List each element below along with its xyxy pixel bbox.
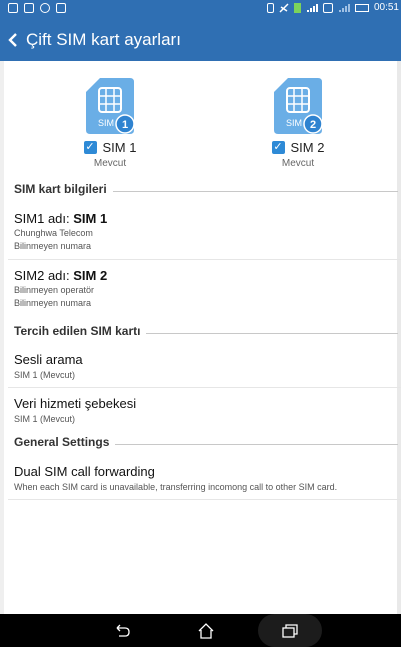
- sim2-operator: Bilinmeyen operatör: [14, 285, 95, 295]
- nav-recents-button[interactable]: [258, 614, 322, 647]
- data-network-title: Veri hizmeti şebekesi: [14, 396, 137, 411]
- section-sim-info: SIM kart bilgileri: [14, 182, 398, 196]
- sim1-number: Bilinmeyen numara: [14, 241, 92, 251]
- signal-icon: [306, 3, 318, 12]
- nav-home-button[interactable]: [176, 614, 236, 647]
- sim1-name-item[interactable]: SIM1 adı: SIM 1 Chunghwa Telecom Bilinme…: [0, 202, 401, 258]
- system-icons: 00:51: [266, 2, 399, 13]
- sim1-status: Mevcut: [93, 158, 127, 169]
- app-bar: Çift SIM kart ayarları: [0, 19, 401, 61]
- photo-icon: [56, 3, 66, 13]
- voice-call-sub: SIM 1 (Mevcut): [14, 370, 76, 380]
- sim2-icon: [322, 2, 333, 13]
- sim1-name-prefix: SIM1 adı:: [14, 211, 74, 226]
- section-preferred-sim: Tercih edilen SIM kartı: [14, 324, 398, 338]
- page-title: Çift SIM kart ayarları: [26, 30, 181, 49]
- item-divider: [8, 499, 401, 500]
- checkbox-icon[interactable]: ✓: [83, 141, 97, 154]
- item-divider: [8, 387, 401, 388]
- sim-card-icon: SIM 2: [274, 78, 323, 134]
- nav-back-button[interactable]: [92, 614, 152, 647]
- sim2-card-text: SIM: [286, 118, 302, 128]
- call-forwarding-sub: When each SIM card is unavailable, trans…: [14, 482, 338, 492]
- signal2-icon: [338, 3, 350, 12]
- navigation-bar: [0, 614, 401, 647]
- voice-call-title: Sesli arama: [14, 352, 83, 367]
- data-network-sub: SIM 1 (Mevcut): [14, 414, 76, 424]
- sim2-block[interactable]: SIM 2 ✓ SIM 2 Mevcut: [233, 78, 363, 169]
- home-nav-icon: [198, 622, 214, 639]
- sim1-card-icon: SIM 1: [86, 78, 135, 134]
- sim2-checkbox-row[interactable]: ✓ SIM 2: [233, 140, 363, 155]
- call-forwarding-item[interactable]: Dual SIM call forwarding When each SIM c…: [0, 458, 401, 498]
- mail-icon: [24, 3, 34, 13]
- chat-icon: [40, 3, 50, 13]
- section-sim-info-title: SIM kart bilgileri: [14, 182, 107, 196]
- sim2-name-item[interactable]: SIM2 adı: SIM 2 Bilinmeyen operatör Bili…: [0, 260, 401, 320]
- back-arrow-icon: [8, 33, 17, 47]
- sim1-operator: Chunghwa Telecom: [14, 228, 93, 238]
- sim1-card-text: SIM: [98, 118, 114, 128]
- back-nav-icon: [116, 624, 130, 637]
- battery-icon: [354, 3, 369, 12]
- sim2-name-line: SIM2 adı: SIM 2: [14, 268, 107, 283]
- sim-card-icon: SIM 1: [86, 78, 135, 134]
- sim2-status: Mevcut: [281, 158, 315, 169]
- sim2-label: SIM 2: [290, 140, 325, 155]
- sim1-block[interactable]: SIM 1 ✓ SIM 1 Mevcut: [45, 78, 175, 169]
- sim2-name-prefix: SIM2 adı:: [14, 268, 74, 283]
- status-bar: 00:51: [0, 0, 401, 19]
- sim1-label: SIM 1: [102, 140, 137, 155]
- section-divider: [146, 332, 398, 334]
- notification-icons: [8, 3, 66, 13]
- sim1-badge: 1: [122, 119, 128, 131]
- section-divider: [115, 443, 398, 445]
- sim2-card-icon: SIM 2: [274, 78, 323, 134]
- section-general-title: General Settings: [14, 435, 110, 449]
- sim1-name-line: SIM1 adı: SIM 1: [14, 211, 107, 226]
- data-network-item[interactable]: Veri hizmeti şebekesi SIM 1 (Mevcut): [0, 390, 401, 430]
- checkbox-icon[interactable]: ✓: [271, 141, 285, 154]
- section-preferred-title: Tercih edilen SIM kartı: [14, 324, 141, 338]
- calendar-icon: [8, 3, 18, 13]
- no-sound-icon: [279, 2, 289, 13]
- sim2-badge: 2: [310, 119, 316, 131]
- section-general-settings: General Settings: [14, 435, 398, 449]
- section-divider: [112, 190, 398, 192]
- sim1-name-value: SIM 1: [73, 211, 108, 226]
- vibrate-icon: [266, 2, 274, 13]
- voice-call-item[interactable]: Sesli arama SIM 1 (Mevcut): [0, 346, 401, 386]
- sim2-name-value: SIM 2: [73, 268, 108, 283]
- sim1-checkbox-row[interactable]: ✓ SIM 1: [45, 140, 175, 155]
- sim-green-icon: [293, 2, 301, 13]
- call-forwarding-title: Dual SIM call forwarding: [14, 464, 155, 479]
- back-button[interactable]: [0, 33, 26, 47]
- clock: 00:51: [373, 2, 399, 13]
- sim-cards: SIM 1 ✓ SIM 1 Mevcut SIM 2 ✓ SIM 2 Mevcu…: [0, 78, 401, 178]
- sim2-number: Bilinmeyen numara: [14, 298, 92, 308]
- recents-nav-icon: [282, 623, 298, 638]
